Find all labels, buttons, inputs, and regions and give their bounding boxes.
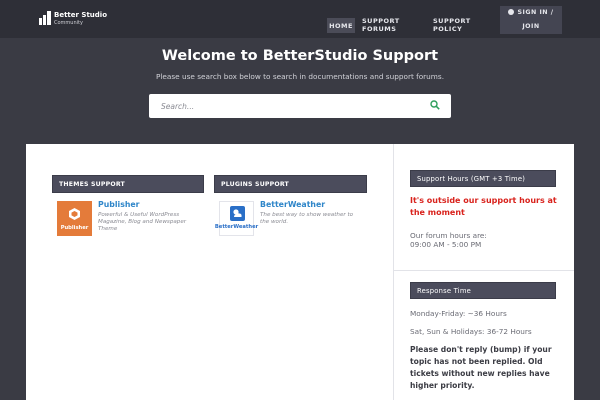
publisher-title[interactable]: Publisher [98,200,140,209]
themes-support-heading: THEMES SUPPORT [52,175,204,193]
join-label: JOIN [522,23,540,30]
betterweather-title[interactable]: BetterWeather [260,200,325,209]
weather-icon [230,206,245,221]
betterweather-description: The best way to show weather to the worl… [260,212,354,225]
betterweather-thumbnail-label: BetterWeather [214,224,259,230]
sidebar-divider [393,144,394,400]
weekday-response: Monday-Friday: ~36 Hours [410,309,507,318]
betterweather-thumbnail[interactable]: BetterWeather [215,201,258,236]
user-icon [508,9,515,15]
logo-subtitle: Community [54,20,83,26]
publisher-thumbnail[interactable]: Publisher [57,201,92,236]
publisher-description: Powerful & Useful WordPress Magazine, Bl… [98,212,187,232]
page-subtitle: Please use search box below to search in… [155,72,445,81]
signin-label: SIGN IN / [517,9,554,16]
page-title: Welcome to BetterStudio Support [161,48,439,64]
plugins-support-heading: PLUGINS SUPPORT [214,175,367,193]
outside-hours-notice: It's outside our support hours at the mo… [410,196,557,217]
nav-support-forums[interactable]: SUPPORT FORUMS [362,17,422,33]
response-time-heading: Response Time [410,282,556,299]
publisher-thumbnail-label: Publisher [60,225,89,231]
nav-home[interactable]: HOME [327,18,355,33]
nav-support-policy[interactable]: SUPPORT POLICY [433,17,493,33]
bump-policy-note: Please don't reply (bump) if your topic … [410,345,552,390]
sidebar-section-divider [394,270,574,271]
logo-icon [39,11,51,25]
forum-hours-value: 09:00 AM - 5:00 PM [410,240,482,249]
site-logo[interactable]: Better Studio Community [39,11,107,27]
search-input[interactable] [161,94,421,118]
search-box [149,94,451,118]
search-icon[interactable] [430,100,440,110]
publisher-logo-icon [69,208,80,220]
weekend-response: Sat, Sun & Holidays: 36-72 Hours [410,327,532,336]
signin-button[interactable]: SIGN IN / JOIN [500,6,562,34]
support-hours-heading: Support Hours (GMT +3 Time) [410,170,556,187]
logo-title: Better Studio [54,11,108,19]
